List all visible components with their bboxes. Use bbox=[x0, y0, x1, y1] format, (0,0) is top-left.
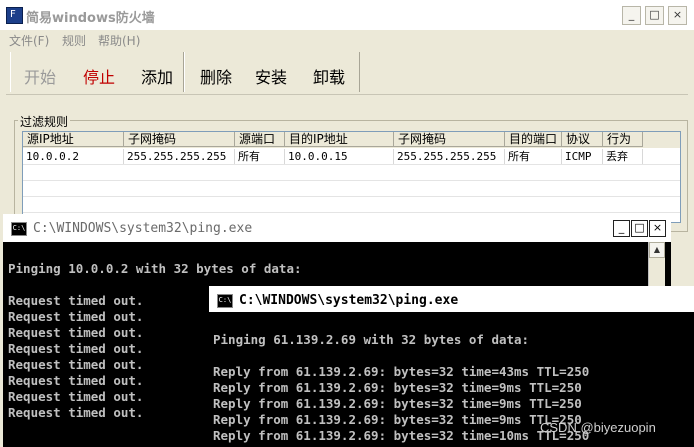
cell-protocol: ICMP bbox=[562, 149, 603, 164]
col-src-port[interactable]: 源端口 bbox=[235, 132, 285, 147]
console-line: Pinging 10.0.0.2 with 32 bytes of data: bbox=[8, 261, 302, 276]
cell-src-mask: 255.255.255.255 bbox=[124, 149, 235, 164]
title-bar[interactable]: F 简易windows防火墙 _ □ × bbox=[0, 0, 694, 30]
menu-bar: 文件(F) 规则 帮助(H) bbox=[0, 30, 694, 50]
console-back-title: C:\WINDOWS\system32\ping.exe bbox=[33, 221, 253, 236]
console-line: Pinging 61.139.2.69 with 32 bytes of dat… bbox=[213, 332, 530, 347]
col-dst-mask[interactable]: 子网掩码 bbox=[394, 132, 505, 147]
col-dst-ip[interactable]: 目的IP地址 bbox=[285, 132, 394, 147]
stop-button[interactable]: 停止 bbox=[83, 64, 115, 88]
console-icon: C:\ bbox=[11, 222, 27, 236]
menu-file[interactable]: 文件(F) bbox=[9, 32, 49, 49]
install-button[interactable]: 安装 bbox=[255, 64, 287, 88]
console-line: Request timed out. bbox=[8, 341, 144, 356]
console-line: Request timed out. bbox=[8, 325, 144, 340]
console-line: Reply from 61.139.2.69: bytes=32 time=9m… bbox=[213, 396, 582, 411]
console-line: Reply from 61.139.2.69: bytes=32 time=9m… bbox=[213, 412, 582, 427]
toolbar: 开始 停止 添加 删除 安装 卸载 bbox=[6, 50, 688, 95]
scroll-up-icon[interactable]: ▲ bbox=[649, 242, 665, 258]
console-line: Reply from 61.139.2.69: bytes=32 time=10… bbox=[213, 428, 590, 443]
menu-rules[interactable]: 规则 bbox=[62, 32, 86, 49]
console-back-close-button[interactable]: × bbox=[649, 220, 666, 237]
menu-help[interactable]: 帮助(H) bbox=[98, 32, 140, 49]
console-line: Request timed out. bbox=[8, 373, 144, 388]
add-button[interactable]: 添加 bbox=[141, 64, 173, 88]
console-icon: C:\ bbox=[217, 294, 233, 308]
console-line: Request timed out. bbox=[8, 405, 144, 420]
console-line: Request timed out. bbox=[8, 357, 144, 372]
console-front-title-bar[interactable]: C:\ C:\WINDOWS\system32\ping.exe bbox=[209, 286, 694, 312]
cell-dst-mask: 255.255.255.255 bbox=[394, 149, 505, 164]
console-back-minimize-button[interactable]: _ bbox=[613, 220, 630, 237]
row-divider bbox=[23, 180, 680, 181]
start-button[interactable]: 开始 bbox=[24, 64, 56, 88]
console-front-title: C:\WINDOWS\system32\ping.exe bbox=[239, 293, 459, 308]
cell-src-port: 所有 bbox=[235, 149, 285, 164]
cell-dst-ip: 10.0.0.15 bbox=[285, 149, 394, 164]
console-line: Reply from 61.139.2.69: bytes=32 time=43… bbox=[213, 364, 590, 379]
close-button[interactable]: × bbox=[668, 6, 687, 25]
col-dst-port[interactable]: 目的端口 bbox=[505, 132, 562, 147]
console-line: Request timed out. bbox=[8, 389, 144, 404]
app-icon: F bbox=[6, 7, 23, 24]
watermark: CSDN @biyezuopin bbox=[540, 420, 656, 435]
table-header: 源IP地址 子网掩码 源端口 目的IP地址 子网掩码 目的端口 协议 行为 bbox=[23, 132, 680, 148]
row-divider bbox=[23, 164, 680, 165]
filter-rules-label: 过滤规则 bbox=[18, 113, 71, 130]
console-line: Reply from 61.139.2.69: bytes=32 time=9m… bbox=[213, 380, 582, 395]
uninstall-button[interactable]: 卸载 bbox=[313, 64, 345, 88]
minimize-button[interactable]: _ bbox=[622, 6, 641, 25]
toolbar-group-control: 开始 停止 添加 bbox=[10, 52, 184, 92]
cell-action: 丢弃 bbox=[603, 149, 643, 164]
delete-button[interactable]: 删除 bbox=[200, 64, 232, 88]
toolbar-group-manage: 删除 安装 卸载 bbox=[184, 52, 360, 92]
cell-src-ip: 10.0.0.2 bbox=[23, 149, 124, 164]
row-divider bbox=[23, 196, 680, 197]
col-action[interactable]: 行为 bbox=[603, 132, 643, 147]
console-back-title-bar[interactable]: C:\ C:\WINDOWS\system32\ping.exe _ □ × bbox=[3, 214, 671, 242]
maximize-button[interactable]: □ bbox=[645, 6, 664, 25]
console-line: Request timed out. bbox=[8, 293, 144, 308]
col-protocol[interactable]: 协议 bbox=[562, 132, 603, 147]
console-line: Request timed out. bbox=[8, 309, 144, 324]
rules-table[interactable]: 源IP地址 子网掩码 源端口 目的IP地址 子网掩码 目的端口 协议 行为 10… bbox=[22, 131, 681, 223]
col-src-ip[interactable]: 源IP地址 bbox=[23, 132, 124, 147]
row-divider bbox=[23, 212, 680, 213]
col-src-mask[interactable]: 子网掩码 bbox=[124, 132, 235, 147]
console-back-maximize-button[interactable]: □ bbox=[631, 220, 648, 237]
window-title: 简易windows防火墙 bbox=[26, 11, 155, 26]
cell-dst-port: 所有 bbox=[505, 149, 562, 164]
